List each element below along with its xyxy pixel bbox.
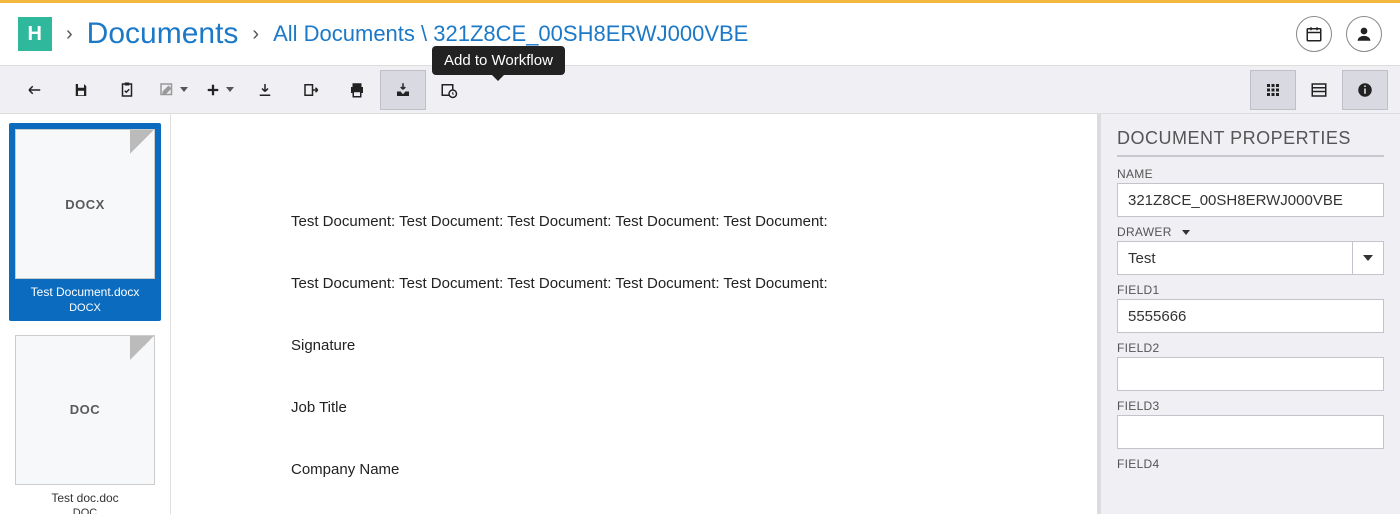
list-view-button[interactable] [1296,70,1342,110]
info-panel-button[interactable] [1342,70,1388,110]
breadcrumb-root[interactable]: Documents [87,17,239,51]
download-icon [256,81,274,99]
breadcrumb-sep: › [252,23,259,46]
doc-paragraph: Test Document: Test Document: Test Docum… [291,210,977,234]
chevron-down-icon [1182,230,1190,235]
calendar-clock-icon [440,81,458,99]
properties-panel: DOCUMENT PROPERTIES NAME DRAWER Test FIE… [1100,114,1400,514]
inbox-icon [394,81,412,99]
download-button[interactable] [242,70,288,110]
breadcrumb-sep: › [66,23,73,46]
save-button[interactable] [58,70,104,110]
list-icon [1310,81,1328,99]
thumbnail-item[interactable]: DOC Test doc.doc DOC [9,335,161,514]
app-logo: H [18,17,52,51]
thumbnail-badge: DOCX [65,197,105,212]
edit-dropdown-button[interactable] [150,70,196,110]
clipboard-icon [118,81,136,99]
drawer-select[interactable]: Test [1117,241,1384,275]
breadcrumb-path-prefix: All Documents \ [273,21,433,46]
dog-ear-icon [130,130,154,154]
field3-input[interactable] [1117,415,1384,449]
document-page: Test Document: Test Document: Test Docum… [171,114,1097,482]
field2-input[interactable] [1117,357,1384,391]
thumbnail-caption: Test doc.doc DOC [9,491,161,514]
field-label-field4: FIELD4 [1117,457,1384,471]
breadcrumb-path[interactable]: All Documents \ 321Z8CE_00SH8ERWJ000VBE [273,21,748,47]
plus-icon [204,81,222,99]
edit-icon [158,81,176,99]
top-bar: H › Documents › All Documents \ 321Z8CE_… [0,0,1400,66]
thumbnail-page: DOCX [15,129,155,279]
calendar-button[interactable] [1296,16,1332,52]
back-button[interactable] [12,70,58,110]
field1-input[interactable] [1117,299,1384,333]
grid-icon [1264,81,1282,99]
field-label-name: NAME [1117,167,1384,181]
chevron-down-icon [1352,242,1373,274]
doc-line: Signature [291,334,977,358]
grid-view-button[interactable] [1250,70,1296,110]
thumbnail-panel: DOCX Test Document.docx DOCX DOC Test do… [0,114,170,514]
chevron-down-icon [226,87,234,92]
print-icon [348,81,366,99]
properties-title: DOCUMENT PROPERTIES [1117,128,1384,157]
thumbnail-badge: DOC [70,402,100,417]
schedule-button[interactable] [426,70,472,110]
chevron-down-icon [180,87,188,92]
breadcrumb-path-doc: 321Z8CE_00SH8ERWJ000VBE [433,21,748,46]
add-dropdown-button[interactable] [196,70,242,110]
add-to-workflow-button[interactable] [380,70,426,110]
export-icon [302,81,320,99]
save-icon [72,81,90,99]
doc-line: Company Name [291,458,977,482]
field-label-field1: FIELD1 [1117,283,1384,297]
doc-paragraph: Test Document: Test Document: Test Docum… [291,272,977,296]
doc-line: Job Title [291,396,977,420]
field-label-drawer: DRAWER [1117,225,1384,239]
thumbnail-caption: Test Document.docx DOCX [13,285,157,315]
drawer-select-value: Test [1128,250,1156,267]
export-button[interactable] [288,70,334,110]
user-icon [1355,25,1373,43]
toolbar: Add to Workflow [0,66,1400,114]
info-icon [1356,81,1374,99]
thumbnail-item[interactable]: DOCX Test Document.docx DOCX [9,123,161,321]
dog-ear-icon [130,336,154,360]
back-icon [26,81,44,99]
document-viewer[interactable]: Test Document: Test Document: Test Docum… [170,114,1100,514]
field-label-field3: FIELD3 [1117,399,1384,413]
tooltip-add-to-workflow: Add to Workflow [432,46,565,75]
calendar-icon [1305,25,1323,43]
thumbnail-page: DOC [15,335,155,485]
workspace: DOCX Test Document.docx DOCX DOC Test do… [0,114,1400,514]
user-button[interactable] [1346,16,1382,52]
name-input[interactable] [1117,183,1384,217]
clipboard-button[interactable] [104,70,150,110]
field-label-field2: FIELD2 [1117,341,1384,355]
print-button[interactable] [334,70,380,110]
